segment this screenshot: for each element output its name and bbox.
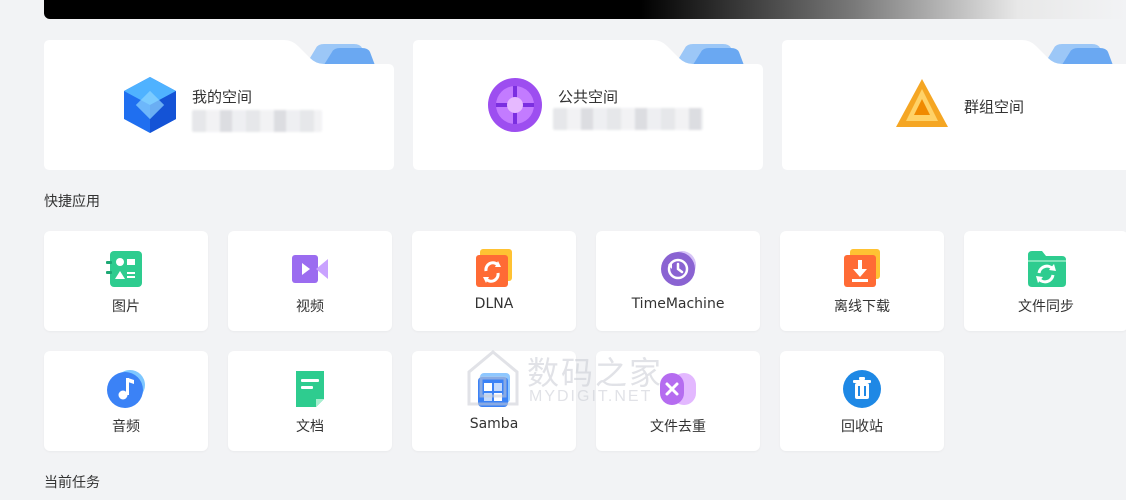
triangle-icon xyxy=(896,79,948,127)
time-machine-icon xyxy=(661,251,696,286)
section-title-quick-apps: 快捷应用 xyxy=(44,194,100,210)
app-label: 文件同步 xyxy=(1018,299,1074,315)
app-label: 离线下载 xyxy=(834,299,890,315)
space-title: 我的空间 xyxy=(192,88,253,106)
section-title-current-tasks: 当前任务 xyxy=(44,475,100,491)
app-tile-photos[interactable]: 图片 xyxy=(44,231,208,331)
app-label: 音频 xyxy=(112,419,140,435)
app-label: 文件去重 xyxy=(650,419,706,435)
space-card-group[interactable]: 群组空间 xyxy=(782,40,1126,170)
music-icon xyxy=(107,370,145,408)
download-icon xyxy=(844,249,880,287)
app-label: 视频 xyxy=(296,299,324,315)
app-label: DLNA xyxy=(474,296,514,312)
app-tile-timemachine[interactable]: TimeMachine xyxy=(596,231,760,331)
samba-icon xyxy=(478,373,510,407)
app-tile-audio[interactable]: 音频 xyxy=(44,351,208,451)
cube-icon xyxy=(124,77,176,133)
space-card-public[interactable]: 公共空间 xyxy=(413,40,763,170)
dedupe-icon xyxy=(660,373,696,405)
document-icon xyxy=(296,371,324,407)
photos-icon xyxy=(106,251,142,287)
app-tile-recycle-bin[interactable]: 回收站 xyxy=(780,351,944,451)
top-banner xyxy=(44,0,1126,19)
app-tile-documents[interactable]: 文档 xyxy=(228,351,392,451)
app-label: 回收站 xyxy=(841,419,883,435)
app-tile-offline-download[interactable]: 离线下载 xyxy=(780,231,944,331)
app-label: 文档 xyxy=(296,419,324,435)
space-card-bg xyxy=(782,40,1126,170)
space-title: 群组空间 xyxy=(964,98,1025,116)
app-label: TimeMachine xyxy=(631,296,725,312)
app-label: Samba xyxy=(469,416,519,432)
app-tile-file-sync[interactable]: 文件同步 xyxy=(964,231,1126,331)
app-tile-dlna[interactable]: DLNA xyxy=(412,231,576,331)
video-icon xyxy=(292,255,328,283)
space-title: 公共空间 xyxy=(558,88,619,106)
sync-icon xyxy=(1028,251,1066,287)
space-subtitle-blurred xyxy=(192,110,322,132)
app-label: 图片 xyxy=(112,299,140,315)
app-tile-samba[interactable]: Samba xyxy=(412,351,576,451)
space-card-my[interactable]: 我的空间 xyxy=(44,40,394,170)
dlna-icon xyxy=(476,249,512,287)
app-tile-file-dedupe[interactable]: 文件去重 xyxy=(596,351,760,451)
sphere-icon xyxy=(488,78,542,132)
recycle-bin-icon xyxy=(843,370,881,408)
space-subtitle-blurred xyxy=(553,108,703,130)
app-tile-video[interactable]: 视频 xyxy=(228,231,392,331)
